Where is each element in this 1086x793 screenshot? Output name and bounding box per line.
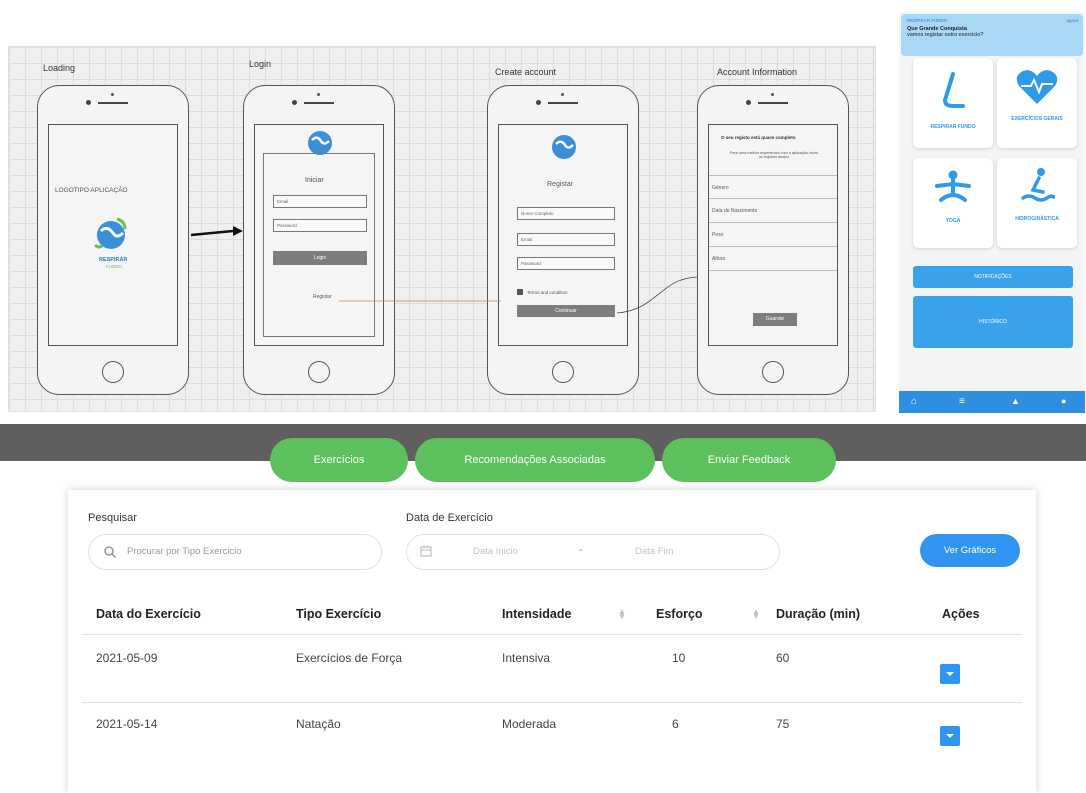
- date-end-input[interactable]: Data Fim: [635, 546, 674, 557]
- tab-exercicios[interactable]: Exercícios: [270, 438, 408, 482]
- wireframe-connectors: [190, 226, 698, 314]
- search-label: Pesquisar: [88, 512, 137, 524]
- row-actions-dropdown-button[interactable]: [940, 664, 960, 684]
- tab-enviar-feedback[interactable]: Enviar Feedback: [662, 438, 836, 482]
- card-label: EXERCÍCIOS GERAIS: [1011, 116, 1063, 122]
- sort-icon[interactable]: ▲ ▼: [618, 608, 626, 621]
- notification-time: agora: [1066, 18, 1078, 23]
- cell-duration: 75: [776, 717, 790, 731]
- breathing-icon: [942, 72, 965, 108]
- notifications-button[interactable]: NOTIFICAÇÕES: [913, 266, 1073, 288]
- sort-icon[interactable]: ▲ ▼: [752, 608, 760, 621]
- calendar-icon: [420, 545, 432, 557]
- column-header-effort[interactable]: Esforço: [656, 607, 703, 621]
- notification-app-name: RESPIRAR FUNDO: [907, 18, 948, 23]
- column-header-actions: Ações: [942, 607, 980, 621]
- cell-date: 2021-05-14: [96, 717, 158, 731]
- yoga-icon: [935, 170, 971, 202]
- column-header-duration: Duração (min): [776, 607, 861, 621]
- column-header-date: Data do Exercício: [96, 607, 201, 621]
- cell-type: Natação: [296, 717, 341, 731]
- tab-recomendacoes-associadas[interactable]: Recomendações Associadas: [415, 438, 655, 482]
- search-input[interactable]: Procurar por Tipo Exercicio: [88, 534, 382, 570]
- card-label: RESPIRAR FUNDO: [930, 124, 976, 130]
- wireframe-board: Loading Login Create account Account Inf…: [8, 46, 876, 412]
- view-charts-button[interactable]: Ver Gráficos: [920, 534, 1020, 567]
- date-start-input[interactable]: Data Inicio: [473, 546, 518, 557]
- cell-date: 2021-05-09: [96, 651, 158, 665]
- cell-duration: 60: [776, 651, 790, 665]
- search-placeholder: Procurar por Tipo Exercicio: [127, 546, 242, 557]
- cell-intensity: Moderada: [502, 717, 557, 731]
- exercises-panel: Pesquisar Procurar por Tipo Exercicio Da…: [68, 490, 1036, 793]
- search-icon: [104, 546, 116, 558]
- card-yoga[interactable]: YOGA: [913, 158, 993, 248]
- cell-intensity: Intensiva: [502, 651, 551, 665]
- push-notification[interactable]: RESPIRAR FUNDO agora Que Grande Conquist…: [901, 14, 1083, 56]
- date-label: Data de Exercício: [406, 512, 493, 524]
- history-button[interactable]: HISTÓRICO: [913, 296, 1073, 348]
- card-label: HIDROGINÁSTICA: [1015, 216, 1059, 222]
- date-separator: -: [579, 545, 583, 556]
- cell-type: Exercícios de Força: [296, 651, 403, 665]
- notification-body: vamos registar outro exercicio?: [907, 32, 984, 38]
- column-header-type: Tipo Exercício: [296, 607, 382, 621]
- user-icon[interactable]: ●: [1061, 396, 1066, 406]
- card-hidroginastica[interactable]: HIDROGINÁSTICA: [997, 158, 1077, 248]
- card-label: YOGA: [945, 218, 961, 224]
- swimmer-icon: [1021, 168, 1055, 202]
- bell-icon[interactable]: ▲: [1011, 396, 1020, 406]
- card-exercicios-gerais[interactable]: EXERCÍCIOS GERAIS: [997, 58, 1077, 148]
- date-range-picker[interactable]: Data Inicio - Data Fim: [406, 534, 780, 570]
- home-icon[interactable]: ⌂: [911, 396, 917, 407]
- cell-effort: 10: [672, 651, 686, 665]
- menu-icon[interactable]: ≡: [959, 396, 965, 407]
- mobile-app-screen: RESPIRAR FUNDO agora Que Grande Conquist…: [899, 12, 1085, 413]
- mobile-tab-bar: ⌂ ≡ ▲ ●: [899, 391, 1085, 413]
- cell-effort: 6: [672, 717, 679, 731]
- row-actions-dropdown-button[interactable]: [940, 726, 960, 746]
- heart-icon: [1016, 70, 1058, 104]
- card-respirar-fundo[interactable]: RESPIRAR FUNDO: [913, 58, 993, 148]
- column-header-intensity[interactable]: Intensidade: [502, 607, 571, 621]
